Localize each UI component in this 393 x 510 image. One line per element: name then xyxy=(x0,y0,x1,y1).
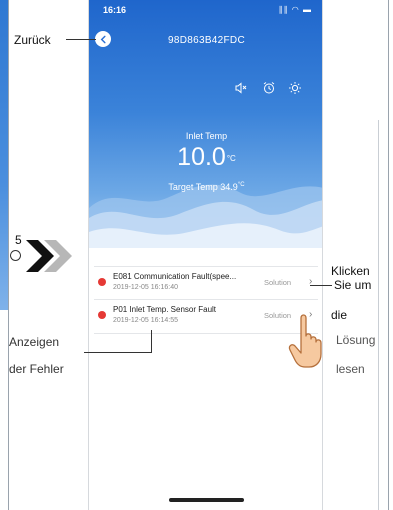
left-screen-fragment xyxy=(0,0,9,510)
phone-screen: 16:16 ∥∥ ◠ ▬ 98D863B42FDC Inlet Temp 10.… xyxy=(88,0,323,510)
pointing-hand-icon xyxy=(288,314,322,368)
mute-icon xyxy=(235,82,247,94)
fault-row[interactable]: P01 Inlet Temp. Sensor Fault 2019-12-05 … xyxy=(94,300,318,334)
callout-click-2: Sie um xyxy=(334,278,372,292)
fault-title: E081 Communication Fault(spee... xyxy=(113,272,237,281)
callout-click-line xyxy=(310,285,332,286)
callout-show-2: der Fehler xyxy=(9,362,64,376)
device-id-title: 98D863B42FDC xyxy=(168,35,245,46)
target-temp-value: 34.9 xyxy=(220,182,238,192)
callout-show-1: Anzeigen xyxy=(9,335,60,349)
left-fragment-background xyxy=(0,0,8,310)
step-circle-marker xyxy=(10,250,21,261)
fault-row[interactable]: E081 Communication Fault(spee... 2019-12… xyxy=(94,266,318,300)
fault-title: P01 Inlet Temp. Sensor Fault xyxy=(113,305,217,314)
inlet-temp-unit: °C xyxy=(226,154,236,163)
home-indicator xyxy=(169,498,244,502)
status-indicators: ∥∥ ◠ ▬ xyxy=(278,5,312,14)
mode-button[interactable] xyxy=(287,80,303,96)
callout-click-3: die xyxy=(331,308,348,322)
fault-alert-icon xyxy=(98,311,106,319)
status-time: 16:16 xyxy=(103,5,127,15)
sun-icon xyxy=(289,82,301,94)
inlet-temp-value: 10.0 xyxy=(177,143,226,171)
fault-list: E081 Communication Fault(spee... 2019-12… xyxy=(94,266,318,334)
right-screen-border xyxy=(388,0,389,510)
step-number: 5 xyxy=(15,233,22,247)
callout-back-line xyxy=(66,39,96,40)
fault-alert-icon xyxy=(98,278,106,286)
callout-click-1: Klicken xyxy=(331,264,370,278)
callout-click-5: lesen xyxy=(336,362,365,376)
status-bar: 16:16 ∥∥ ◠ ▬ xyxy=(89,0,322,20)
inlet-temp-value-group: 10.0°C xyxy=(89,143,322,171)
fault-time: 2019-12-05 16:16:40 xyxy=(113,284,178,291)
left-fragment-border xyxy=(8,0,9,510)
fault-time: 2019-12-05 16:14:55 xyxy=(113,317,178,324)
inlet-temp-label: Inlet Temp xyxy=(185,131,228,141)
mute-button[interactable] xyxy=(233,80,249,96)
target-temp-unit: °C xyxy=(237,182,245,188)
alarm-button[interactable] xyxy=(261,80,277,96)
callout-show-line-h xyxy=(84,352,151,353)
target-temp-row: Target Temp 34.9°C xyxy=(89,182,322,192)
callout-click-4: Lösung xyxy=(336,333,376,347)
solution-link[interactable]: Solution xyxy=(264,278,291,287)
callout-show-line-v xyxy=(151,330,152,353)
alarm-clock-icon xyxy=(263,82,275,94)
callout-back: Zurück xyxy=(14,33,51,47)
right-screen-fragment-edge xyxy=(378,120,379,510)
target-temp-label: Target Temp xyxy=(168,182,218,192)
double-chevron-icon xyxy=(26,240,72,272)
